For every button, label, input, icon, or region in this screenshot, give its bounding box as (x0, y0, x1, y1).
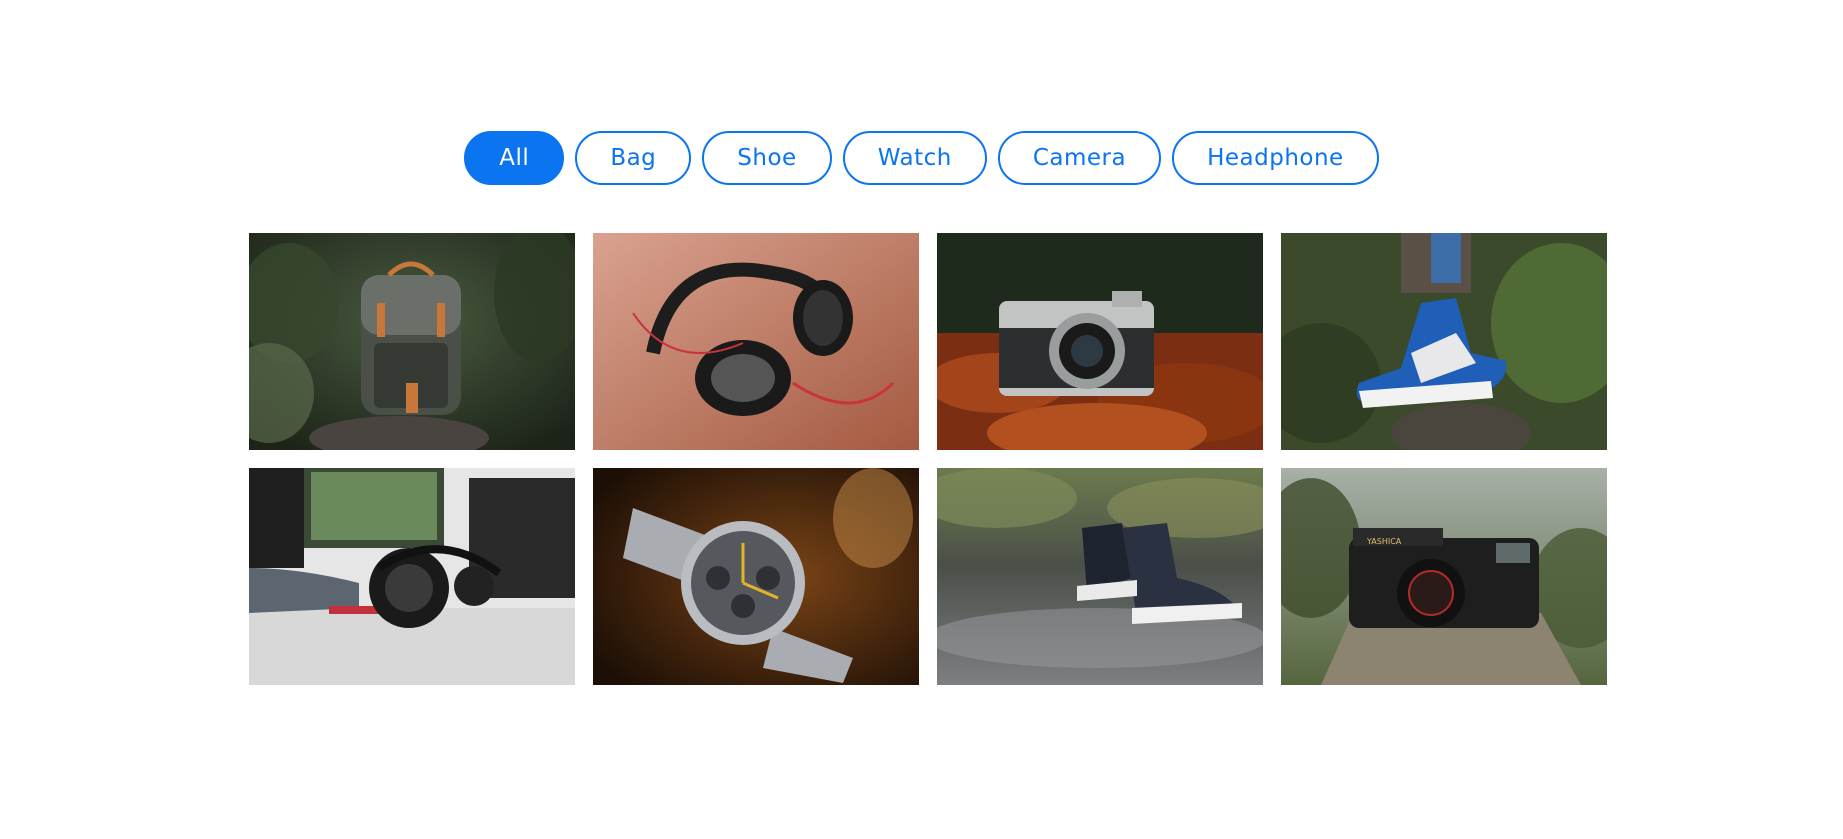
filter-all-button[interactable]: All (464, 131, 565, 185)
sneaker-image (1281, 233, 1607, 450)
filter-headphone-button[interactable]: Headphone (1172, 131, 1379, 185)
gallery-item-camera[interactable] (937, 233, 1263, 450)
gallery-item-backpack[interactable] (249, 233, 575, 450)
vintage-camera-image: YASHICA (1281, 468, 1607, 685)
gallery-item-vintage-camera[interactable]: YASHICA (1281, 468, 1607, 685)
filter-bag-button[interactable]: Bag (575, 131, 692, 185)
gallery-item-watch[interactable] (593, 468, 919, 685)
camera-image (937, 233, 1263, 450)
yashica-label: YASHICA (1366, 537, 1402, 546)
headphones-image (593, 233, 919, 450)
filter-bar: All Bag Shoe Watch Camera Headphone (0, 131, 1843, 185)
gallery-item-headphones-desk[interactable] (249, 468, 575, 685)
filter-watch-button[interactable]: Watch (842, 131, 987, 185)
gallery-grid: YASHICA (249, 233, 1607, 685)
headphones-desk-image (249, 468, 575, 685)
gallery-item-sneaker[interactable] (1281, 233, 1607, 450)
gallery-item-headphones[interactable] (593, 233, 919, 450)
backpack-image (249, 233, 575, 450)
filter-shoe-button[interactable]: Shoe (702, 131, 832, 185)
watch-image (593, 468, 919, 685)
filter-camera-button[interactable]: Camera (997, 131, 1162, 185)
gallery-item-sneakers-water[interactable] (937, 468, 1263, 685)
sneakers-water-image (937, 468, 1263, 685)
